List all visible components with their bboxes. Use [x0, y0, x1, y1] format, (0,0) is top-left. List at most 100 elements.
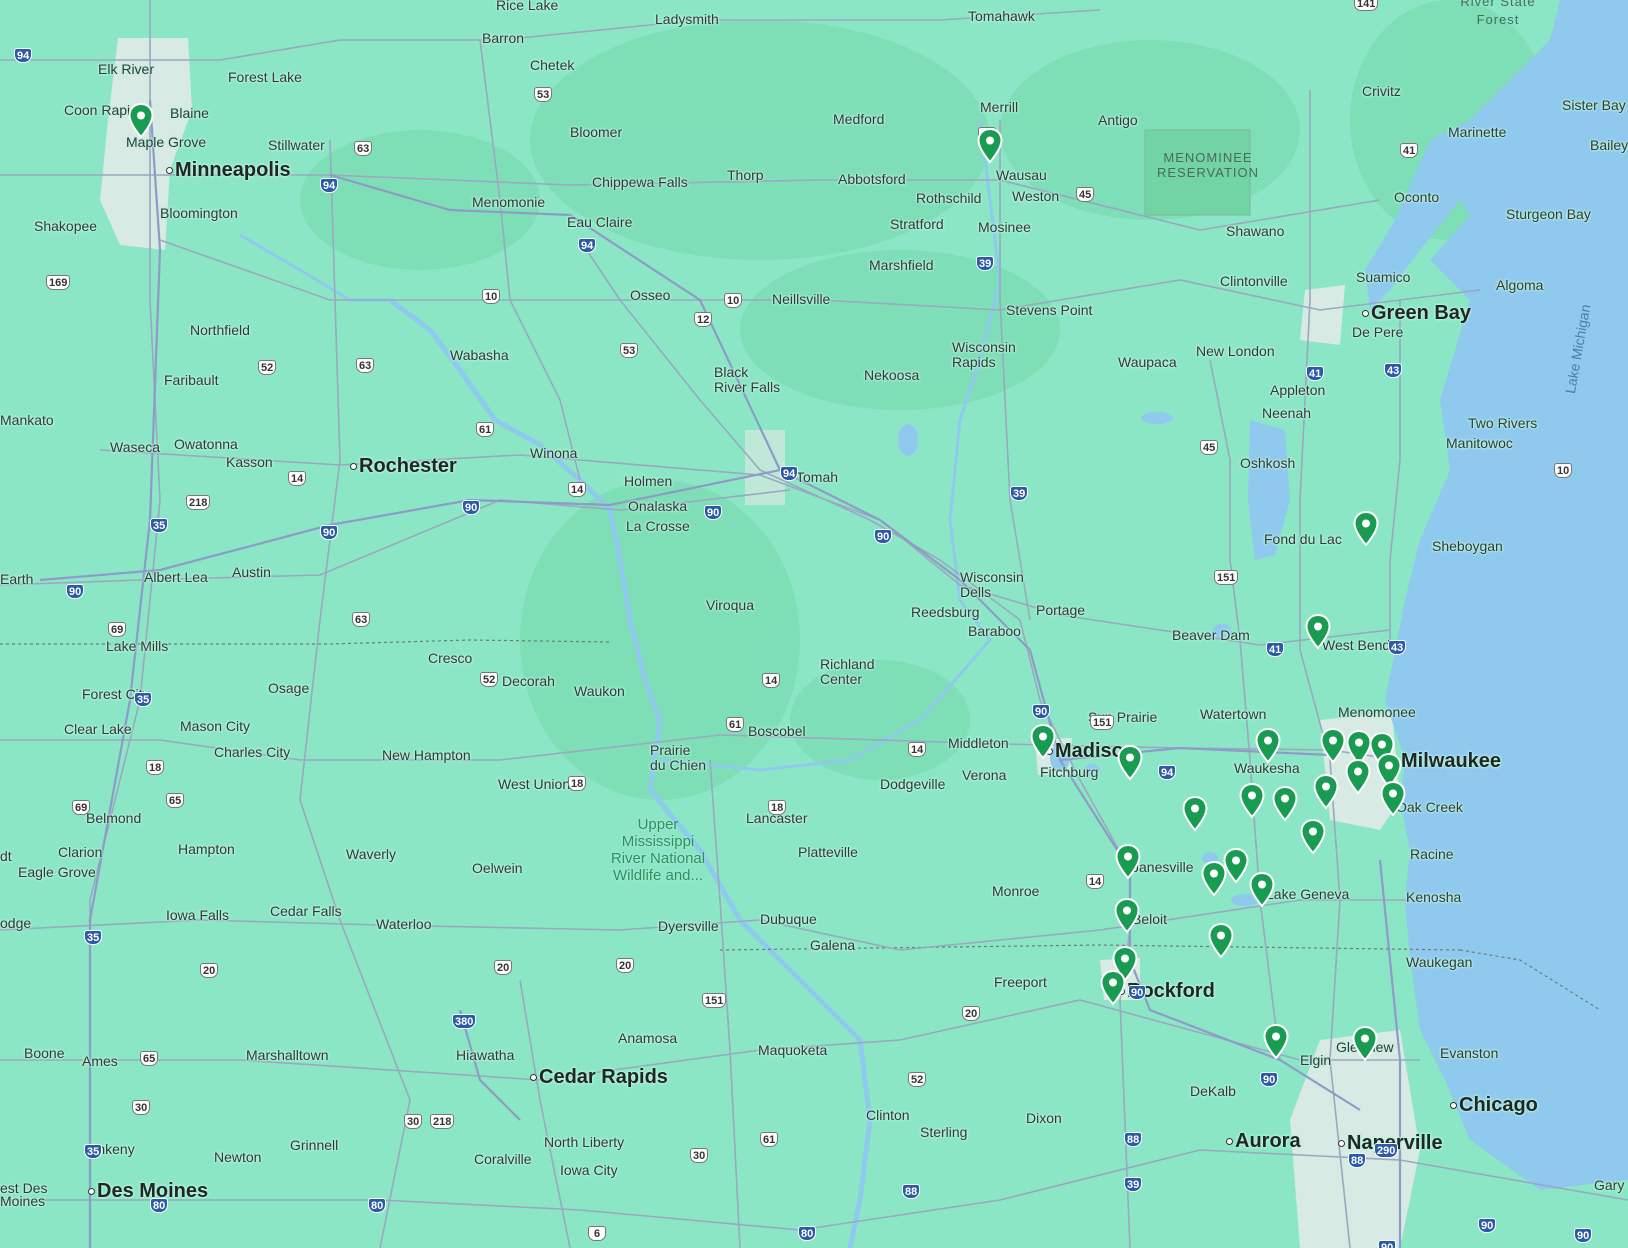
place-label-neenah[interactable]: Neenah: [1262, 405, 1311, 421]
place-label-earth[interactable]: Earth: [0, 571, 33, 587]
place-label-west-bend[interactable]: West Bend: [1322, 637, 1390, 653]
place-label-eau-claire[interactable]: Eau Claire: [567, 214, 632, 230]
place-label-north-liberty[interactable]: North Liberty: [544, 1134, 624, 1150]
place-label-river-national[interactable]: River National: [611, 850, 705, 867]
place-label-abbotsford[interactable]: Abbotsford: [838, 171, 906, 187]
place-label-milwaukee[interactable]: Milwaukee: [1392, 750, 1501, 772]
location-pin-icon[interactable]: [1117, 745, 1143, 781]
place-label-sturgeon-bay[interactable]: Sturgeon Bay: [1506, 206, 1591, 222]
place-label-viroqua[interactable]: Viroqua: [706, 597, 754, 613]
place-label-oshkosh[interactable]: Oshkosh: [1240, 455, 1295, 471]
location-pin-icon[interactable]: [1353, 511, 1379, 547]
place-label-shakopee[interactable]: Shakopee: [34, 218, 97, 234]
place-label-chippewa-falls[interactable]: Chippewa Falls: [592, 174, 688, 190]
place-label-minneapolis[interactable]: Minneapolis: [166, 159, 291, 181]
place-label-shawano[interactable]: Shawano: [1226, 223, 1284, 239]
place-label-sterling[interactable]: Sterling: [920, 1124, 967, 1140]
place-label-stevens-point[interactable]: Stevens Point: [1006, 302, 1092, 318]
place-label-menomonie[interactable]: Menomonie: [472, 194, 545, 210]
place-label-blaine[interactable]: Blaine: [170, 105, 209, 121]
place-label-platteville[interactable]: Platteville: [798, 844, 858, 860]
place-label-waverly[interactable]: Waverly: [346, 846, 396, 862]
location-pin-icon[interactable]: [128, 103, 154, 139]
place-label-menominee[interactable]: MENOMINEE: [1163, 150, 1252, 166]
place-label-evanston[interactable]: Evanston: [1440, 1045, 1498, 1061]
place-label-boone[interactable]: Boone: [24, 1045, 64, 1061]
place-label-faribault[interactable]: Faribault: [164, 372, 218, 388]
location-pin-icon[interactable]: [1030, 724, 1056, 760]
place-label-sheboygan[interactable]: Sheboygan: [1432, 538, 1503, 554]
place-label-dubuque[interactable]: Dubuque: [760, 911, 817, 927]
place-label-bloomer[interactable]: Bloomer: [570, 124, 622, 140]
place-label-de-pere[interactable]: De Pere: [1352, 324, 1403, 340]
location-pin-icon[interactable]: [1380, 781, 1406, 817]
place-label-appleton[interactable]: Appleton: [1270, 382, 1325, 398]
place-label-osseo[interactable]: Osseo: [630, 287, 670, 303]
place-label-richland[interactable]: Richland: [820, 656, 874, 672]
place-label-eagle-grove[interactable]: Eagle Grove: [18, 864, 96, 880]
place-label-waukon[interactable]: Waukon: [574, 683, 625, 699]
place-label-grinnell[interactable]: Grinnell: [290, 1137, 338, 1153]
place-label-newton[interactable]: Newton: [214, 1149, 261, 1165]
place-label-river-state[interactable]: River State: [1460, 0, 1535, 10]
place-label-wausau[interactable]: Wausau: [996, 167, 1047, 183]
place-label-algoma[interactable]: Algoma: [1496, 277, 1543, 293]
place-label-beaver-dam[interactable]: Beaver Dam: [1172, 627, 1250, 643]
place-label-upper[interactable]: Upper: [638, 816, 679, 833]
place-label-neillsville[interactable]: Neillsville: [772, 291, 830, 307]
place-label-mankato[interactable]: Mankato: [0, 412, 54, 428]
place-label-suamico[interactable]: Suamico: [1356, 269, 1410, 285]
place-label-rochester[interactable]: Rochester: [350, 455, 457, 477]
location-pin-icon[interactable]: [1239, 783, 1265, 819]
place-label-lake-geneva[interactable]: Lake Geneva: [1266, 886, 1349, 902]
place-label-wisconsin[interactable]: Wisconsin: [960, 569, 1024, 585]
place-label-weston[interactable]: Weston: [1012, 188, 1059, 204]
place-label-verona[interactable]: Verona: [962, 767, 1006, 783]
place-label-albert-lea[interactable]: Albert Lea: [144, 569, 208, 585]
place-label-reedsburg[interactable]: Reedsburg: [911, 604, 980, 620]
place-label-marinette[interactable]: Marinette: [1448, 124, 1506, 140]
place-label-moines[interactable]: Moines: [0, 1193, 45, 1209]
place-label-northfield[interactable]: Northfield: [190, 322, 250, 338]
place-label-rothschild[interactable]: Rothschild: [916, 190, 981, 206]
place-label-mason-city[interactable]: Mason City: [180, 718, 250, 734]
place-label-cedar-rapids[interactable]: Cedar Rapids: [530, 1066, 668, 1088]
place-label-rapids[interactable]: Rapids: [952, 354, 996, 370]
place-label-barron[interactable]: Barron: [482, 30, 524, 46]
place-label-oconto[interactable]: Oconto: [1394, 189, 1439, 205]
place-label-menomonee[interactable]: Menomonee: [1338, 704, 1416, 720]
place-label-new-hampton[interactable]: New Hampton: [382, 747, 471, 763]
place-label-monroe[interactable]: Monroe: [992, 883, 1039, 899]
place-label-center[interactable]: Center: [820, 671, 862, 687]
place-label-nekoosa[interactable]: Nekoosa: [864, 367, 919, 383]
place-label-freeport[interactable]: Freeport: [994, 974, 1047, 990]
place-label-wabasha[interactable]: Wabasha: [450, 347, 509, 363]
place-label-odge[interactable]: odge: [0, 915, 31, 931]
place-label-tomahawk[interactable]: Tomahawk: [968, 8, 1035, 24]
place-label-two-rivers[interactable]: Two Rivers: [1468, 415, 1537, 431]
place-label-maquoketa[interactable]: Maquoketa: [758, 1042, 827, 1058]
location-pin-icon[interactable]: [1115, 844, 1141, 880]
place-label-river-falls[interactable]: River Falls: [714, 379, 780, 395]
place-label-clintonville[interactable]: Clintonville: [1220, 273, 1288, 289]
location-pin-icon[interactable]: [1345, 759, 1371, 795]
location-pin-icon[interactable]: [1320, 728, 1346, 764]
place-label-bloomington[interactable]: Bloomington: [160, 205, 238, 221]
location-pin-icon[interactable]: [1313, 774, 1339, 810]
place-label-lake-mills[interactable]: Lake Mills: [106, 638, 168, 654]
location-pin-icon[interactable]: [1255, 728, 1281, 764]
place-label-fitchburg[interactable]: Fitchburg: [1040, 764, 1098, 780]
place-label-hiawatha[interactable]: Hiawatha: [456, 1047, 514, 1063]
place-label-chetek[interactable]: Chetek: [530, 57, 574, 73]
place-label-rice-lake[interactable]: Rice Lake: [496, 0, 558, 13]
place-label-janesville[interactable]: Janesville: [1132, 859, 1193, 875]
place-label-charles-city[interactable]: Charles City: [214, 744, 290, 760]
place-label-watertown[interactable]: Watertown: [1200, 706, 1266, 722]
location-pin-icon[interactable]: [1305, 614, 1331, 650]
place-label-dells[interactable]: Dells: [960, 584, 991, 600]
place-label-baileys-ha[interactable]: Baileys Ha: [1590, 137, 1628, 153]
place-label-waukegan[interactable]: Waukegan: [1406, 954, 1472, 970]
place-label-clear-lake[interactable]: Clear Lake: [64, 721, 132, 737]
location-pin-icon[interactable]: [977, 128, 1003, 164]
place-label-austin[interactable]: Austin: [232, 564, 271, 580]
